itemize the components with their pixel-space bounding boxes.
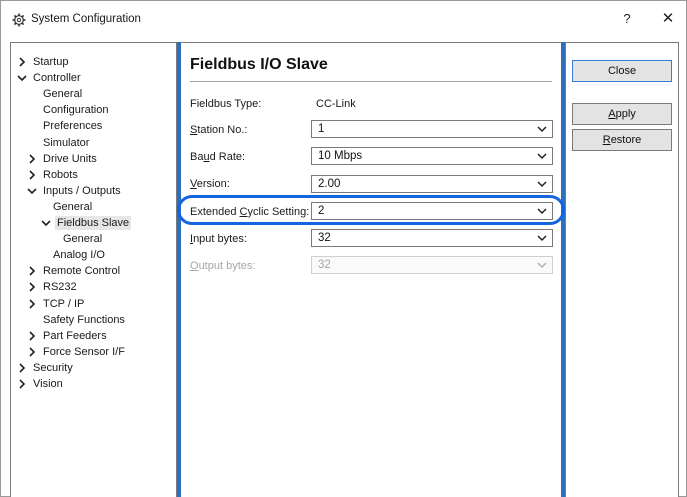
- window-title: System Configuration: [31, 13, 141, 25]
- title-divider: [190, 81, 552, 82]
- tree-item-label: Configuration: [43, 104, 109, 117]
- close-window-button[interactable]: ✕: [653, 8, 683, 30]
- tree-item-label: Simulator: [43, 136, 90, 149]
- station-no-label: Station No.:: [190, 124, 248, 136]
- chevron-right-icon[interactable]: [17, 363, 27, 373]
- tree-item-label: Part Feeders: [43, 329, 107, 342]
- navigation-tree: Startup Controller General Configuration Pre…: [10, 42, 177, 497]
- baud-rate-select[interactable]: 10 Mbps: [311, 147, 553, 165]
- gear-icon: [12, 13, 26, 27]
- version-value: 2.00: [318, 178, 341, 190]
- chevron-down-icon: [537, 153, 547, 160]
- tree-item-label: Robots: [43, 168, 78, 181]
- restore-button[interactable]: Restore: [572, 129, 672, 151]
- apply-button[interactable]: Apply: [572, 103, 672, 125]
- tree-item-label: Inputs / Outputs: [43, 184, 121, 197]
- chevron-right-icon[interactable]: [17, 379, 27, 389]
- chevron-down-icon[interactable]: [17, 73, 27, 83]
- input-bytes-label: Input bytes:: [190, 233, 247, 245]
- chevron-down-icon[interactable]: [41, 218, 51, 228]
- fieldbus-type-label: Fieldbus Type:: [190, 98, 262, 110]
- tree-item-label: General: [63, 233, 103, 246]
- title-bar: System Configuration ? ✕: [1, 1, 686, 39]
- system-configuration-window: System Configuration ? ✕ Startup Controll…: [0, 0, 687, 497]
- tree-item-label: General: [53, 200, 93, 213]
- highlight-ring: [177, 195, 565, 225]
- chevron-right-icon[interactable]: [27, 266, 37, 276]
- page-title: Fieldbus I/O Slave: [190, 56, 328, 73]
- chevron-right-icon[interactable]: [27, 347, 37, 357]
- tree-item-label: Preferences: [43, 120, 103, 133]
- settings-panel: Fieldbus I/O Slave Fieldbus Type: CC-Lin…: [181, 42, 561, 497]
- version-select[interactable]: 2.00: [311, 175, 553, 193]
- output-bytes-select: 32: [311, 256, 553, 274]
- chevron-down-icon: [537, 262, 547, 269]
- station-no-select[interactable]: 1: [311, 120, 553, 138]
- button-panel: Close Apply Restore: [565, 42, 679, 497]
- tree-item-label: Safety Functions: [43, 313, 125, 326]
- help-button[interactable]: ?: [612, 8, 642, 30]
- chevron-down-icon[interactable]: [27, 186, 37, 196]
- tree-item-label: General: [43, 88, 83, 101]
- baud-rate-value: 10 Mbps: [318, 150, 363, 162]
- chevron-down-icon: [537, 126, 547, 133]
- tree-item-label: Vision: [33, 378, 63, 390]
- chevron-right-icon[interactable]: [17, 57, 27, 67]
- output-bytes-label: Output bytes:: [190, 260, 256, 272]
- chevron-down-icon: [537, 235, 547, 242]
- station-no-value: 1: [318, 123, 325, 135]
- version-label: Version:: [190, 178, 230, 190]
- baud-rate-label: Baud Rate:: [190, 151, 246, 163]
- chevron-down-icon: [537, 181, 547, 188]
- tree-item-label: Remote Control: [43, 265, 121, 278]
- tree-item-label: Fieldbus Slave: [55, 216, 132, 230]
- tree-item-label: Force Sensor I/F: [43, 345, 125, 358]
- chevron-right-icon[interactable]: [27, 170, 37, 180]
- input-bytes-value: 32: [318, 232, 331, 244]
- close-button[interactable]: Close: [572, 60, 672, 82]
- chevron-right-icon[interactable]: [27, 282, 37, 292]
- chevron-right-icon[interactable]: [27, 154, 37, 164]
- tree-item-label: RS232: [43, 281, 77, 294]
- tree-item-label: Startup: [33, 56, 69, 68]
- tree-item-label: Drive Units: [43, 152, 97, 165]
- tree-item-label: Security: [33, 361, 73, 374]
- chevron-right-icon[interactable]: [27, 298, 37, 309]
- tree-item-label: Controller: [33, 72, 81, 85]
- tree-item-label: Analog I/O: [53, 249, 105, 262]
- input-bytes-select[interactable]: 32: [311, 229, 553, 247]
- tree-item-label: TCP / IP: [43, 297, 85, 310]
- fieldbus-type-value: CC-Link: [316, 98, 356, 110]
- chevron-right-icon[interactable]: [27, 331, 37, 341]
- output-bytes-value: 32: [318, 259, 331, 271]
